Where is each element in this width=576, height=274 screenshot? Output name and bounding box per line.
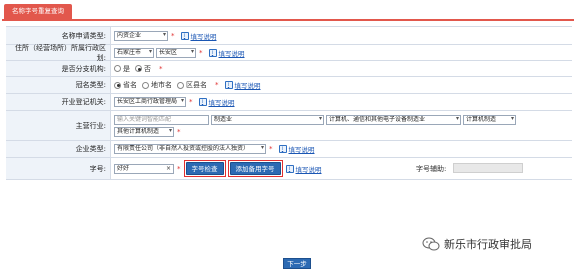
required-mark: * (189, 98, 193, 106)
add-backup-name-button[interactable]: 添加备用字号 (229, 162, 281, 175)
apply-type-help-link[interactable]: i 填写说明 (180, 31, 217, 41)
watermark: 新乐市行政审批局 (422, 236, 532, 252)
org-form-label: 企业类型: (6, 141, 111, 157)
tab-name-check[interactable]: 名称字号重复查询 (4, 4, 72, 19)
title-bar: 名称字号重复查询 (2, 4, 574, 21)
row-org-form: 企业类型: 有限责任公司（非自然人投资或控股的法人独资） * i填写说明 (6, 141, 572, 158)
industry-level2-select[interactable]: 计算机、通信和其他电子设备制造业 (326, 114, 461, 125)
required-mark: * (269, 145, 273, 153)
authority-label: 开业登记机关: (6, 94, 111, 110)
help-icon: i (285, 164, 294, 173)
radio-button[interactable] (142, 81, 149, 89)
required-mark: * (159, 64, 163, 73)
watermark-text: 新乐市行政审批局 (444, 238, 532, 251)
city-select[interactable]: 石家庄市 (114, 47, 154, 58)
help-icon: i (278, 145, 287, 153)
trade-name-count-label: 字号辅助: (416, 165, 447, 173)
trade-name-input[interactable]: 好好 × (114, 163, 174, 174)
trade-name-check-button[interactable]: 字号检查 (185, 162, 224, 175)
branch-option-yes[interactable]: 是 (114, 64, 130, 74)
help-icon: i (198, 98, 207, 106)
required-mark: * (199, 48, 203, 57)
row-authority: 开业登记机关: 长安区工商行政管理局 * i填写说明 (6, 94, 572, 111)
row-industry: 主营行业: 输入关键词智能匹配 制造业 计算机、通信和其他电子设备制造业 计算机… (6, 111, 572, 141)
branch-label: 是否分支机构: (6, 61, 111, 76)
industry-level4-select[interactable]: 其他计算机制造 (114, 126, 174, 137)
check-button-highlight: 字号检查 (183, 160, 226, 177)
authority-select[interactable]: 长安区工商行政管理局 (114, 97, 186, 107)
industry-level3-select[interactable]: 计算机制造 (463, 114, 516, 125)
clear-icon[interactable]: × (166, 165, 171, 173)
help-icon: i (180, 31, 189, 40)
row-region: 住所（经营场所）所属行政区划: 石家庄市 长安区 * i填写说明 (6, 44, 572, 62)
region-label: 住所（经营场所）所属行政区划: (6, 44, 111, 62)
industry-label: 主营行业: (6, 111, 111, 140)
apply-type-label: 名称申请类型: (6, 27, 111, 44)
next-step-button[interactable]: 下一步 (283, 258, 311, 269)
required-mark: * (177, 164, 181, 173)
region-help-link[interactable]: i 填写说明 (208, 48, 245, 58)
prefix-option-province[interactable]: 省名 (114, 80, 137, 90)
radio-button-selected[interactable] (135, 65, 142, 72)
trade-name-help-link[interactable]: i 填写说明 (285, 164, 322, 174)
radio-button[interactable] (114, 65, 121, 72)
industry-level1-select[interactable]: 制造业 (211, 114, 324, 125)
district-select[interactable]: 长安区 (156, 47, 196, 58)
required-mark: * (177, 127, 181, 136)
prefix-option-city[interactable]: 地市名 (142, 80, 172, 90)
prefix-type-label: 冠名类型: (6, 77, 111, 93)
org-form-help-link[interactable]: i 填写说明 (278, 144, 315, 154)
trade-name-label: 字号: (6, 158, 111, 179)
row-prefix-type: 冠名类型: 省名 地市名 区县名 * i 填写说明 (6, 77, 572, 94)
industry-search-input[interactable]: 输入关键词智能匹配 (114, 114, 209, 125)
help-icon: i (208, 48, 217, 57)
branch-option-no[interactable]: 否 (135, 64, 151, 74)
prefix-help-link[interactable]: i 填写说明 (224, 80, 261, 90)
apply-type-select[interactable]: 内资企业 (114, 30, 168, 41)
trade-name-count-field (453, 163, 523, 173)
row-trade-name: 字号: 好好 × * 字号检查 添加备用字号 i 填写说明 字号辅助: (6, 158, 572, 180)
wechat-icon (422, 237, 440, 251)
org-form-select[interactable]: 有限责任公司（非自然人投资或控股的法人独资） (114, 144, 266, 154)
add-button-highlight: 添加备用字号 (227, 160, 283, 177)
application-form: 名称申请类型: 内资企业 * i填写说明 住所（经营场所）所属行政区划: 石家庄… (6, 26, 572, 180)
required-mark: * (171, 31, 175, 40)
authority-help-link[interactable]: i 填写说明 (198, 97, 235, 107)
help-icon: i (224, 81, 233, 89)
radio-button[interactable] (177, 81, 184, 89)
row-branch: 是否分支机构: 是 否 * (6, 61, 572, 77)
required-mark: * (215, 81, 219, 89)
radio-button-selected[interactable] (114, 81, 121, 89)
prefix-option-county[interactable]: 区县名 (177, 80, 207, 90)
